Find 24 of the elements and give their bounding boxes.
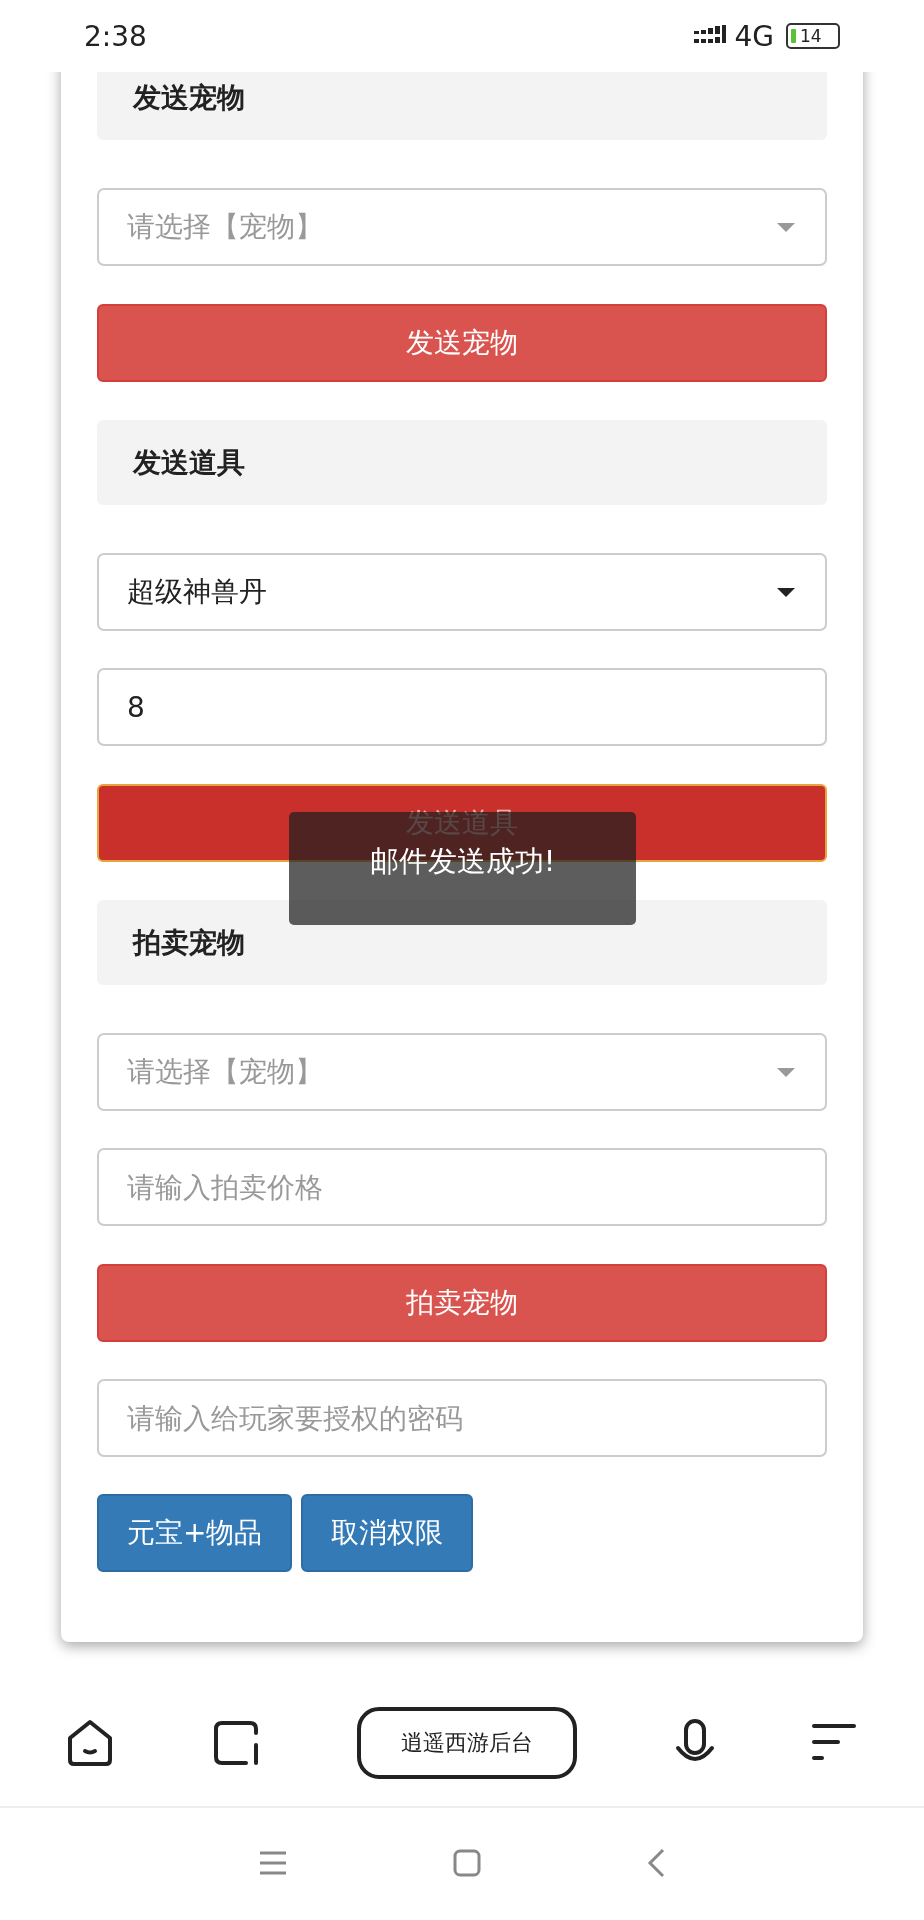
submit-button[interactable]: 发送宠物 <box>97 304 827 382</box>
caret-icon <box>777 1067 795 1077</box>
input-field[interactable]: 请输入给玩家要授权的密码 <box>97 1379 827 1457</box>
home-button-icon[interactable] <box>453 1849 481 1877</box>
home-icon[interactable] <box>66 1718 114 1768</box>
input-field[interactable]: 请输入拍卖价格 <box>97 1148 827 1226</box>
select-field[interactable]: 超级神兽丹 <box>97 553 827 631</box>
action-button[interactable]: 元宝+物品 <box>97 1494 293 1572</box>
select-field[interactable]: 请选择【宠物】 <box>97 188 827 266</box>
tabs-icon[interactable] <box>211 1719 260 1767</box>
section-heading: 发送道具 <box>97 420 827 505</box>
menu-icon[interactable] <box>812 1723 856 1763</box>
action-button[interactable]: 取消权限 <box>301 1494 474 1572</box>
page-title-button[interactable]: 逍遥西游后台 <box>357 1707 577 1779</box>
input-field[interactable]: 8 <box>97 668 827 746</box>
back-icon[interactable] <box>647 1848 665 1878</box>
network-label: 4G <box>734 19 774 53</box>
select-field[interactable]: 请选择【宠物】 <box>97 1033 827 1111</box>
caret-icon <box>777 587 795 597</box>
battery-icon: 14 <box>786 23 840 49</box>
section-heading: 发送宠物 <box>97 72 827 140</box>
submit-button[interactable]: 拍卖宠物 <box>97 1264 827 1342</box>
clock-time: 2:38 <box>84 19 147 53</box>
caret-icon <box>777 222 795 232</box>
